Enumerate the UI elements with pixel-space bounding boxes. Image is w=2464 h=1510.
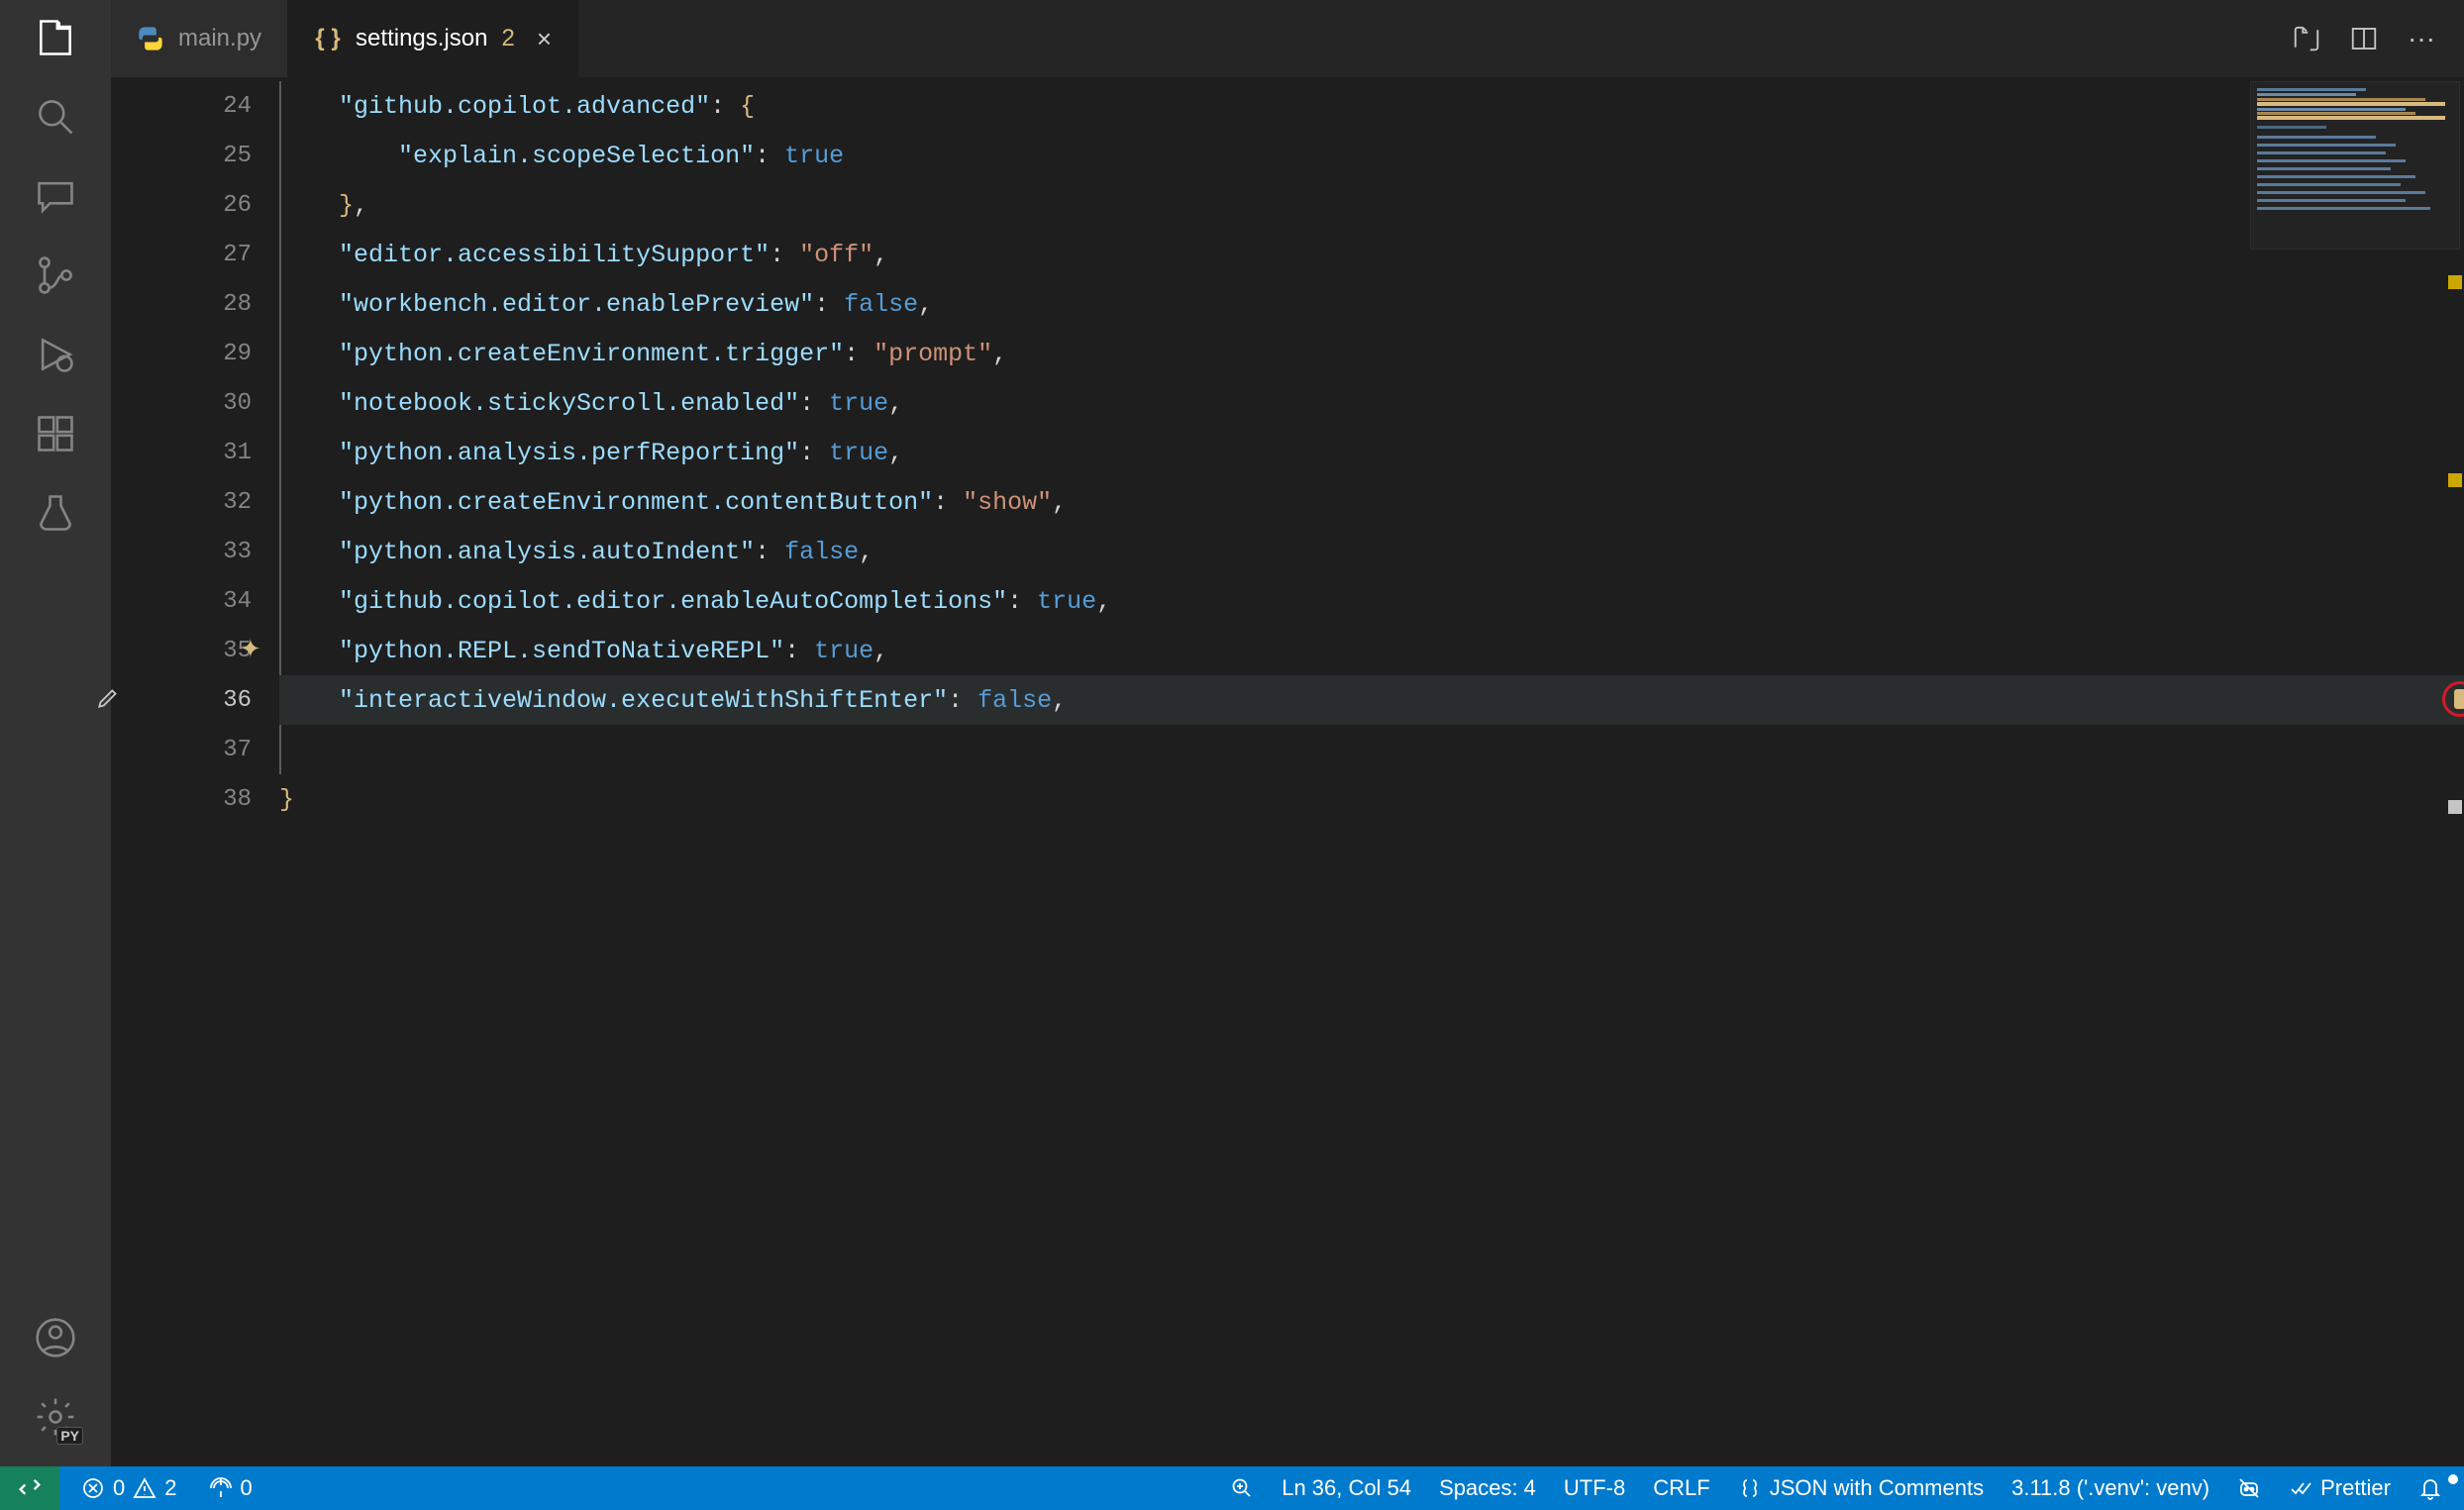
- indentation-status[interactable]: Spaces: 4: [1425, 1475, 1550, 1501]
- compare-changes-icon[interactable]: [2292, 24, 2321, 53]
- line-number: 38: [129, 774, 279, 824]
- line-number: 32: [129, 477, 279, 527]
- modified-line-icon: [95, 685, 121, 716]
- explorer-icon[interactable]: [34, 16, 77, 59]
- line-number: 25: [129, 131, 279, 180]
- line-number: 28: [129, 279, 279, 329]
- line-number: 33: [129, 527, 279, 576]
- line-number: 29: [129, 329, 279, 378]
- run-debug-icon[interactable]: [34, 333, 77, 376]
- ports-icon: [209, 1476, 233, 1500]
- prettier-status[interactable]: Prettier: [2275, 1475, 2405, 1501]
- code-line[interactable]: "python.analysis.perfReporting": true,: [279, 428, 2464, 477]
- editor-actions: ···: [2292, 0, 2464, 77]
- code-line[interactable]: }: [279, 774, 2464, 824]
- source-control-icon[interactable]: [34, 253, 77, 297]
- line-number: 30: [129, 378, 279, 428]
- line-number: 24: [129, 81, 279, 131]
- language-mode[interactable]: JSON with Comments: [1724, 1475, 1998, 1501]
- copilot-status[interactable]: [2223, 1476, 2275, 1500]
- python-file-icon: [137, 25, 164, 52]
- search-icon[interactable]: [34, 95, 77, 139]
- zoom-status[interactable]: [1216, 1476, 1268, 1500]
- code-line[interactable]: "github.copilot.advanced": {: [279, 81, 2464, 131]
- code-line[interactable]: },: [279, 180, 2464, 230]
- code-line[interactable]: "python.createEnvironment.trigger": "pro…: [279, 329, 2464, 378]
- code-line[interactable]: "python.REPL.sendToNativeREPL": true,: [279, 626, 2464, 675]
- zoom-icon: [1230, 1476, 1254, 1500]
- accounts-icon[interactable]: [34, 1316, 77, 1359]
- notification-dot: [2448, 1474, 2458, 1484]
- code-line[interactable]: "explain.scopeSelection": true: [279, 131, 2464, 180]
- ports-count: 0: [241, 1475, 253, 1501]
- bell-icon: [2418, 1476, 2442, 1500]
- close-icon[interactable]: ×: [537, 26, 552, 51]
- warning-icon: [133, 1476, 156, 1500]
- eol-status[interactable]: CRLF: [1639, 1475, 1723, 1501]
- problems-status[interactable]: 0 2: [67, 1466, 191, 1510]
- code-line[interactable]: "python.createEnvironment.contentButton"…: [279, 477, 2464, 527]
- line-number: 27: [129, 230, 279, 279]
- settings-gear-icon[interactable]: PY: [34, 1395, 77, 1439]
- tab-label: main.py: [178, 25, 261, 52]
- line-number: 34: [129, 576, 279, 626]
- error-count: 0: [113, 1475, 125, 1501]
- status-bar: 0 2 0 Ln 36, Col 54 Spaces: 4 UTF-8 CRLF…: [0, 1466, 2464, 1510]
- error-icon: [81, 1476, 105, 1500]
- line-number: 26: [129, 180, 279, 230]
- split-editor-icon[interactable]: [2349, 24, 2379, 53]
- minimap[interactable]: [2250, 81, 2460, 250]
- testing-icon[interactable]: [34, 491, 77, 535]
- more-actions-icon[interactable]: ···: [2407, 24, 2436, 53]
- gutter: 242526272829303132333435363738: [111, 77, 279, 1466]
- checkmarks-icon: [2289, 1476, 2312, 1500]
- code-line[interactable]: "python.analysis.autoIndent": false,: [279, 527, 2464, 576]
- tab-bar: main.py { } settings.json 2 × ···: [111, 0, 2464, 77]
- line-number: 31: [129, 428, 279, 477]
- code-line[interactable]: "editor.accessibilitySupport": "off",: [279, 230, 2464, 279]
- code-line[interactable]: "notebook.stickyScroll.enabled": true,: [279, 378, 2464, 428]
- tab-settings-json[interactable]: { } settings.json 2 ×: [288, 0, 578, 77]
- tab-dirty-badge: 2: [501, 25, 514, 52]
- warning-count: 2: [164, 1475, 176, 1501]
- activity-bar: PY: [0, 0, 111, 1466]
- line-number: 37: [129, 725, 279, 774]
- overview-ruler[interactable]: [2444, 77, 2464, 1466]
- notifications-button[interactable]: [2405, 1476, 2456, 1500]
- ports-status[interactable]: 0: [195, 1466, 266, 1510]
- code-line[interactable]: [279, 725, 2464, 774]
- extensions-icon[interactable]: [34, 412, 77, 455]
- encoding-status[interactable]: UTF-8: [1550, 1475, 1639, 1501]
- copilot-icon: [2237, 1476, 2261, 1500]
- tab-label: settings.json: [356, 25, 487, 52]
- cursor-position[interactable]: Ln 36, Col 54: [1268, 1475, 1425, 1501]
- json-file-icon: { }: [314, 25, 342, 52]
- code-line[interactable]: "github.copilot.editor.enableAutoComplet…: [279, 576, 2464, 626]
- code-line[interactable]: "workbench.editor.enablePreview": false,: [279, 279, 2464, 329]
- python-interpreter[interactable]: 3.11.8 ('.venv': venv): [1998, 1475, 2223, 1501]
- remote-indicator[interactable]: [0, 1466, 59, 1510]
- code-line[interactable]: "interactiveWindow.executeWithShiftEnter…: [279, 675, 2464, 725]
- python-env-badge: PY: [56, 1427, 83, 1445]
- tab-main-py[interactable]: main.py: [111, 0, 288, 77]
- chat-icon[interactable]: [34, 174, 77, 218]
- workbench: PY main.py { } settings.json 2 ×: [0, 0, 2464, 1466]
- editor-body[interactable]: 242526272829303132333435363738 "github.c…: [111, 77, 2464, 1466]
- editor-area: main.py { } settings.json 2 × ···: [111, 0, 2464, 1466]
- language-icon: [1738, 1476, 1762, 1500]
- line-numbers: 242526272829303132333435363738: [129, 77, 279, 1466]
- sparkle-icon: ✦: [240, 634, 261, 664]
- code-area[interactable]: "github.copilot.advanced": { "explain.sc…: [279, 77, 2464, 1466]
- line-number: 36: [129, 675, 279, 725]
